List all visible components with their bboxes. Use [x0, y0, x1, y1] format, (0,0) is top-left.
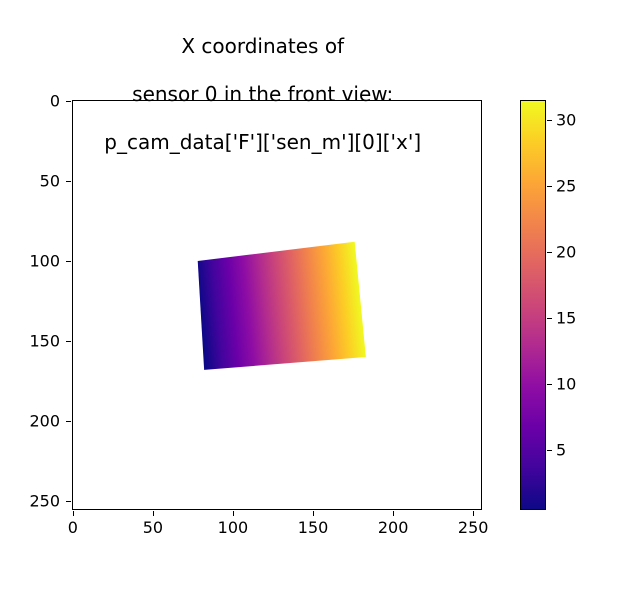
colorbar-tick-label: 30 [556, 110, 576, 129]
y-tick-label: 250 [29, 492, 60, 511]
x-tick-label: 150 [298, 518, 329, 537]
y-tick-label: 150 [29, 332, 60, 351]
x-tick [153, 511, 154, 516]
heatmap-image [72, 100, 482, 510]
x-tick [313, 511, 314, 516]
colorbar-tick-label: 5 [556, 441, 566, 460]
colorbar [520, 100, 546, 510]
x-tick-label: 100 [218, 518, 249, 537]
colorbar-tick-label: 20 [556, 243, 576, 262]
x-tick-label: 200 [378, 518, 409, 537]
colorbar-tick [547, 384, 552, 385]
title-line-1: X coordinates of [181, 34, 344, 58]
colorbar-gradient [521, 101, 545, 509]
y-tick [66, 181, 71, 182]
colorbar-tick [547, 318, 552, 319]
heatmap-region [198, 242, 366, 370]
y-tick-label: 0 [50, 91, 60, 110]
colorbar-tick-label: 25 [556, 176, 576, 195]
y-tick [66, 101, 71, 102]
colorbar-tick-label: 10 [556, 375, 576, 394]
y-tick [66, 501, 71, 502]
x-tick [473, 511, 474, 516]
colorbar-tick [547, 120, 552, 121]
figure: X coordinates of sensor 0 in the front v… [0, 0, 635, 604]
y-tick-label: 200 [29, 412, 60, 431]
x-tick-label: 50 [143, 518, 163, 537]
x-tick [73, 511, 74, 516]
y-tick [66, 341, 71, 342]
y-tick [66, 261, 71, 262]
colorbar-tick [547, 450, 552, 451]
x-tick-label: 250 [458, 518, 489, 537]
x-tick [233, 511, 234, 516]
y-tick [66, 421, 71, 422]
colorbar-tick-label: 15 [556, 309, 576, 328]
x-tick-label: 0 [68, 518, 78, 537]
x-tick [393, 511, 394, 516]
colorbar-tick [547, 186, 552, 187]
colorbar-tick [547, 252, 552, 253]
y-tick-label: 50 [40, 171, 60, 190]
y-tick-label: 100 [29, 251, 60, 270]
